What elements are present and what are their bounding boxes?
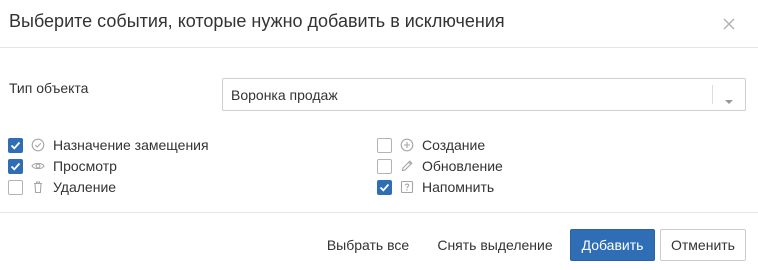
event-label: Назначение замещения bbox=[53, 137, 209, 153]
plus-circle-icon bbox=[400, 138, 414, 152]
event-label: Просмотр bbox=[53, 158, 117, 174]
footer-divider bbox=[0, 212, 758, 213]
object-type-label: Тип объекта bbox=[9, 80, 89, 96]
event-label: Создание bbox=[422, 137, 486, 153]
event-remind[interactable]: Напомнить bbox=[377, 178, 494, 196]
checkbox-checked[interactable] bbox=[8, 158, 23, 174]
checkbox-checked[interactable] bbox=[8, 137, 23, 153]
close-icon[interactable] bbox=[720, 15, 738, 33]
checkbox-unchecked[interactable] bbox=[8, 179, 23, 195]
event-view[interactable]: Просмотр bbox=[8, 157, 117, 175]
pencil-icon bbox=[400, 159, 414, 173]
checkbox-checked[interactable] bbox=[377, 179, 392, 195]
dialog-title: Выберите события, которые нужно добавить… bbox=[9, 11, 505, 31]
event-delete[interactable]: Удаление bbox=[8, 178, 116, 196]
clear-selection-button[interactable]: Снять выделение bbox=[428, 229, 562, 261]
event-label: Напомнить bbox=[422, 179, 495, 195]
cancel-button[interactable]: Отменить bbox=[660, 229, 746, 261]
dialog-header: Выберите события, которые нужно добавить… bbox=[0, 0, 758, 48]
exceptions-dialog: Выберите события, которые нужно добавить… bbox=[0, 0, 758, 270]
event-label: Обновление bbox=[422, 158, 503, 174]
chevron-down-icon[interactable] bbox=[724, 92, 734, 104]
eye-icon bbox=[31, 159, 45, 173]
select-separator bbox=[712, 85, 713, 104]
checkbox-unchecked[interactable] bbox=[377, 158, 392, 174]
trash-icon bbox=[31, 180, 45, 194]
check-circle-icon bbox=[31, 138, 45, 152]
event-label: Удаление bbox=[53, 179, 117, 195]
event-create[interactable]: Создание bbox=[377, 136, 485, 154]
select-all-button[interactable]: Выбрать все bbox=[318, 229, 418, 261]
add-button[interactable]: Добавить bbox=[570, 229, 655, 261]
event-update[interactable]: Обновление bbox=[377, 157, 503, 175]
object-type-value: Воронка продаж bbox=[231, 87, 338, 103]
event-replacement-assignment[interactable]: Назначение замещения bbox=[8, 136, 209, 154]
object-type-select[interactable]: Воронка продаж bbox=[222, 78, 746, 111]
question-square-icon bbox=[400, 180, 414, 194]
checkbox-unchecked[interactable] bbox=[377, 137, 392, 153]
